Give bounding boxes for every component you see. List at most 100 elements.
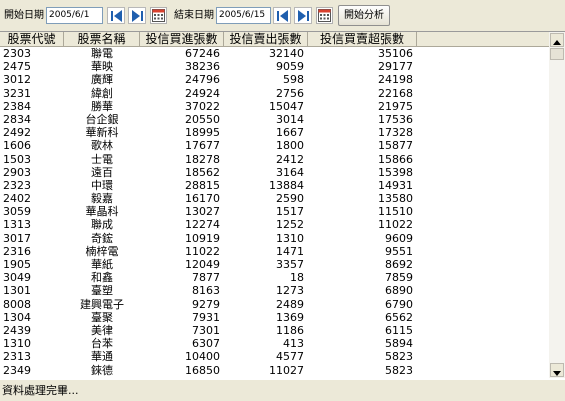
buy-volume-cell: 18995 [185, 126, 220, 140]
table-row[interactable]: 2903 遠百 18562 3164 15398 [0, 166, 549, 179]
column-header-buy-volume[interactable]: 投信買進張數 [140, 32, 224, 47]
calendar-icon [152, 9, 165, 22]
net-volume-cell: 5823 [385, 363, 413, 377]
buy-volume-cell: 28815 [185, 178, 220, 192]
column-header-net-volume[interactable]: 投信買賣超張數 [308, 32, 417, 47]
sell-volume-cell: 413 [283, 337, 304, 351]
end-next-button[interactable] [294, 7, 312, 24]
buy-volume-cell: 6307 [192, 337, 220, 351]
sell-volume-cell: 2756 [276, 86, 304, 100]
table-row[interactable]: 2303 聯電 67246 32140 35106 [0, 47, 549, 60]
stock-code-cell: 2316 [3, 244, 31, 258]
scroll-down-button[interactable] [550, 363, 564, 377]
sell-volume-cell: 2489 [276, 297, 304, 311]
buy-volume-cell: 9279 [192, 297, 220, 311]
stock-name-cell: 緯創 [91, 86, 113, 100]
table-row[interactable]: 2475 華映 38236 9059 29177 [0, 60, 549, 73]
stock-name-cell: 台企銀 [85, 112, 119, 126]
end-date-field[interactable]: 2005/6/15 [216, 7, 271, 24]
net-volume-cell: 13580 [378, 192, 413, 206]
table-row[interactable]: 8008 建興電子 9279 2489 6790 [0, 298, 549, 311]
sell-volume-cell: 18 [290, 271, 304, 285]
table-row[interactable]: 1304 臺聚 7931 1369 6562 [0, 311, 549, 324]
sell-volume-cell: 13884 [269, 178, 304, 192]
table-row[interactable]: 2313 華通 10400 4577 5823 [0, 350, 549, 363]
table-row[interactable]: 1905 華紙 12049 3357 8692 [0, 258, 549, 271]
status-bar: 資料處理完畢... [0, 379, 565, 401]
scroll-thumb[interactable] [550, 48, 564, 60]
stock-name-cell: 華新科 [85, 126, 119, 140]
table-row[interactable]: 1503 士電 18278 2412 15866 [0, 153, 549, 166]
scroll-up-button[interactable] [550, 33, 564, 47]
stock-name-cell: 華紙 [91, 258, 113, 271]
stock-code-cell: 1313 [3, 218, 31, 232]
stock-code-cell: 2439 [3, 323, 31, 337]
table-row[interactable]: 2349 錸德 16850 11027 5823 [0, 364, 549, 377]
table-row[interactable]: 2492 華新科 18995 1667 17328 [0, 126, 549, 139]
sell-volume-cell: 1667 [276, 126, 304, 140]
buy-volume-cell: 10919 [185, 231, 220, 245]
buy-volume-cell: 7301 [192, 323, 220, 337]
sell-volume-cell: 2590 [276, 192, 304, 206]
table-row[interactable]: 2323 中環 28815 13884 14931 [0, 179, 549, 192]
table-row[interactable]: 2439 美律 7301 1186 6115 [0, 324, 549, 337]
net-volume-cell: 11022 [378, 218, 413, 232]
end-prev-button[interactable] [273, 7, 291, 24]
sell-volume-cell: 32140 [269, 47, 304, 60]
net-volume-cell: 14931 [378, 178, 413, 192]
start-prev-button[interactable] [107, 7, 125, 24]
sell-volume-cell: 1310 [276, 231, 304, 245]
end-calendar-button[interactable] [316, 7, 333, 24]
buy-volume-cell: 7931 [192, 310, 220, 324]
net-volume-cell: 17536 [378, 112, 413, 126]
sell-volume-cell: 1369 [276, 310, 304, 324]
table-row[interactable]: 1313 聯成 12274 1252 11022 [0, 218, 549, 231]
stock-code-cell: 1606 [3, 139, 31, 153]
buy-volume-cell: 16170 [185, 192, 220, 206]
stock-code-cell: 3012 [3, 73, 31, 87]
stock-code-cell: 1503 [3, 152, 31, 166]
buy-volume-cell: 18278 [185, 152, 220, 166]
vertical-scrollbar[interactable] [549, 32, 565, 378]
table-row[interactable]: 2316 楠梓電 11022 1471 9551 [0, 245, 549, 258]
buy-volume-cell: 11022 [185, 244, 220, 258]
net-volume-cell: 29177 [378, 60, 413, 74]
table-row[interactable]: 1606 歌林 17677 1800 15877 [0, 139, 549, 152]
net-volume-cell: 8692 [385, 258, 413, 271]
table-row[interactable]: 2384 勝華 37022 15047 21975 [0, 100, 549, 113]
stock-code-cell: 2323 [3, 178, 31, 192]
start-date-field[interactable]: 2005/6/1 [46, 7, 103, 24]
stock-name-cell: 華晶科 [85, 205, 119, 219]
sell-volume-cell: 1252 [276, 218, 304, 232]
table-row[interactable]: 1310 台苯 6307 413 5894 [0, 337, 549, 350]
net-volume-cell: 15866 [378, 152, 413, 166]
net-volume-cell: 24198 [378, 73, 413, 87]
table-row[interactable]: 3231 緯創 24924 2756 22168 [0, 87, 549, 100]
sell-volume-cell: 2412 [276, 152, 304, 166]
table-row[interactable]: 2834 台企銀 20550 3014 17536 [0, 113, 549, 126]
start-next-button[interactable] [128, 7, 146, 24]
start-analysis-button[interactable]: 開始分析 [338, 5, 390, 26]
net-volume-cell: 11510 [378, 205, 413, 219]
column-header-sell-volume[interactable]: 投信賣出張數 [224, 32, 308, 47]
scroll-down-arrow-icon [553, 371, 561, 376]
buy-volume-cell: 13027 [185, 205, 220, 219]
sell-volume-cell: 4577 [276, 350, 304, 364]
stock-name-cell: 廣輝 [91, 73, 113, 87]
table-row[interactable]: 3017 奇鋐 10919 1310 9609 [0, 232, 549, 245]
stock-name-cell: 遠百 [91, 165, 113, 179]
stock-code-cell: 2402 [3, 192, 31, 206]
net-volume-cell: 6115 [385, 323, 413, 337]
stock-code-cell: 2492 [3, 126, 31, 140]
stock-name-cell: 建興電子 [80, 297, 124, 311]
table-row[interactable]: 3059 華晶科 13027 1517 11510 [0, 205, 549, 218]
column-header-stock-name[interactable]: 股票名稱 [64, 32, 140, 47]
start-calendar-button[interactable] [150, 7, 167, 24]
table-row[interactable]: 1301 臺塑 8163 1273 6890 [0, 284, 549, 297]
sell-volume-cell: 11027 [269, 363, 304, 377]
stock-name-cell: 臺聚 [91, 310, 113, 324]
table-row[interactable]: 3049 和鑫 7877 18 7859 [0, 271, 549, 284]
table-row[interactable]: 3012 廣輝 24796 598 24198 [0, 73, 549, 86]
table-row[interactable]: 2402 毅嘉 16170 2590 13580 [0, 192, 549, 205]
column-header-stock-code[interactable]: 股票代號 [0, 32, 64, 47]
